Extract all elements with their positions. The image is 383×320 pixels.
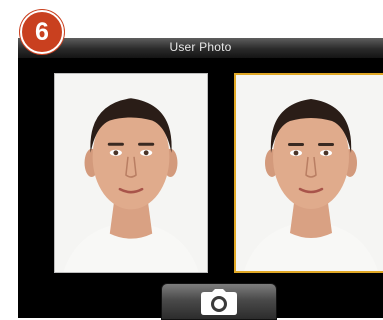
device-screen: User Photo: [18, 38, 383, 320]
face-photo-image: [236, 75, 383, 271]
user-photo-left[interactable]: [54, 73, 208, 273]
camera-icon: [201, 289, 237, 315]
title-bar: User Photo: [18, 38, 383, 59]
face-photo-image: [55, 74, 207, 272]
screen-title: User Photo: [169, 40, 232, 54]
user-photo-right[interactable]: [234, 73, 383, 273]
capture-photo-button[interactable]: [161, 283, 277, 320]
step-number-badge: 6: [20, 10, 64, 54]
